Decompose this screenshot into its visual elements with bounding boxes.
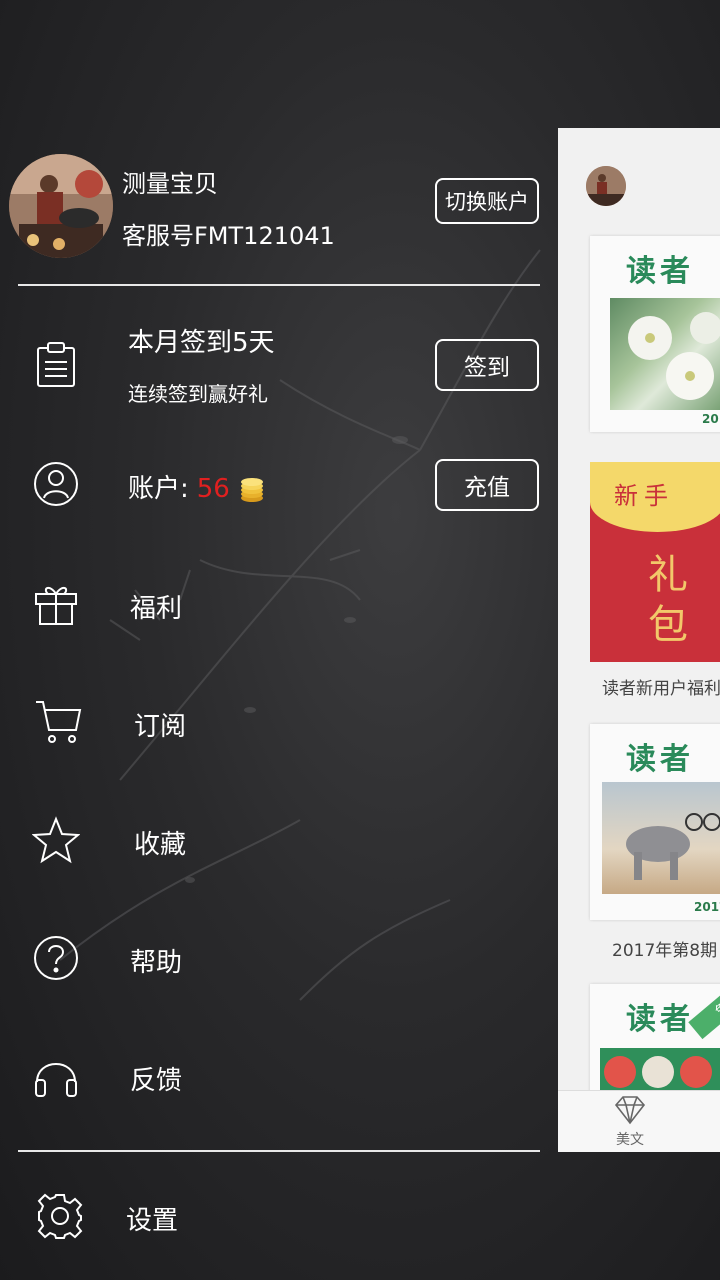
tab-articles-label: 美文 [616,1132,644,1148]
gift-caption: 读者新用户福利 [602,679,720,699]
help-label: 帮助 [130,948,183,978]
checkin-button[interactable]: 签到 [435,339,539,391]
cover2-caption: 2017年第8期 [612,941,718,961]
account-row[interactable]: 账户: 56 充值 [0,434,560,534]
magazine-title-2: 读者 [626,742,694,777]
gift-text-1: 新手 [614,482,674,510]
coin-icon [240,477,263,502]
settings-label: 设置 [126,1206,179,1236]
magazine-cover-3[interactable]: 读者 免费 [590,984,720,1094]
subscribe-label: 订阅 [134,712,187,742]
headphones-icon [32,1052,80,1100]
cover2-date: 2017 [694,900,720,914]
checkin-subtitle: 连续签到赢好礼 [128,382,268,406]
magazine-cover-2[interactable]: 读者 2017 [590,724,720,920]
account-label-group: 账户: 56 [128,468,266,505]
feedback-label: 反馈 [130,1066,183,1096]
menu-item-feedback[interactable]: 反馈 [0,1026,560,1126]
menu-item-help[interactable]: 帮助 [0,908,560,1008]
checkin-row: 本月签到5天 连续签到赢好礼 签到 [0,314,560,414]
user-name: 测量宝贝 [122,170,218,198]
diamond-icon [614,1096,646,1125]
checkin-title: 本月签到5天 [128,328,275,358]
gear-icon [36,1192,84,1240]
welfare-label: 福利 [130,594,183,624]
magazine-cover-1[interactable]: 读者 2017.5 [590,236,720,432]
new-user-gift-banner[interactable]: 新手 礼 包 [590,462,720,662]
clipboard-icon [32,340,80,388]
main-content-preview[interactable]: 读者 2017.5 新手 礼 包 读者新用户福利 读者 [558,128,720,1152]
profile-header: 测量宝贝 客服号FMT121041 切换账户 [0,150,560,270]
divider-top [18,284,540,286]
divider-bottom [18,1150,540,1152]
magazine-title: 读者 [626,254,694,289]
customer-service-id: 客服号FMT121041 [122,222,335,250]
cover-elephant-image [602,782,720,894]
avatar[interactable] [9,154,113,258]
switch-account-button[interactable]: 切换账户 [435,178,539,224]
account-label: 账户: [128,474,189,504]
cover1-date: 2017.5 [702,412,720,426]
preview-avatar[interactable] [586,166,626,206]
menu-item-favorites[interactable]: 收藏 [0,790,560,890]
menu-item-welfare[interactable]: 福利 [0,554,560,654]
question-icon [32,934,80,982]
bottom-tab-bar: 美文 [558,1090,720,1152]
gift-text-3: 包 [648,602,688,648]
recharge-button[interactable]: 充值 [435,459,539,511]
menu-item-settings[interactable]: 设置 [0,1166,560,1266]
gift-icon [32,580,80,628]
star-icon [32,816,80,864]
menu-item-subscribe[interactable]: 订阅 [0,672,560,772]
account-balance: 56 [196,474,230,504]
cover3-image [600,1048,720,1094]
cart-icon [34,698,82,746]
user-icon [32,460,80,508]
favorites-label: 收藏 [134,830,187,860]
cover-flower-image [610,298,720,410]
